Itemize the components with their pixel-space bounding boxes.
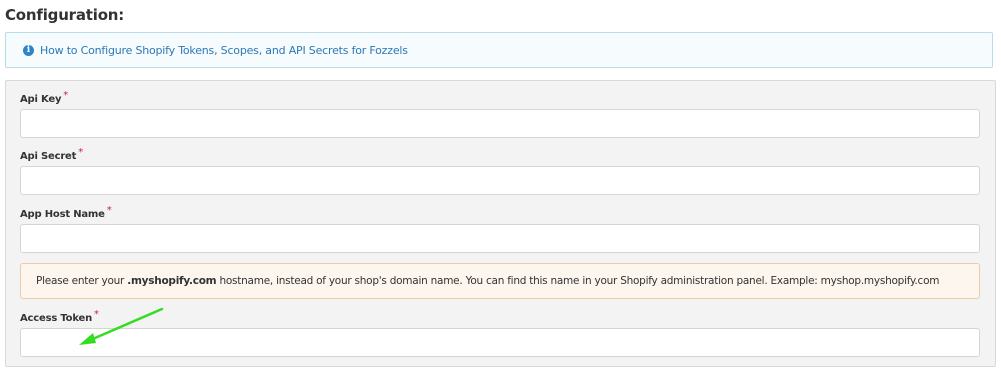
hostname-notice-text: Please enter your .myshopify.com hostnam… [36, 275, 939, 287]
notice-suffix: hostname, instead of your shop's domain … [216, 275, 940, 287]
api-secret-label-text: Api Secret [20, 151, 77, 162]
hostname-notice: Please enter your .myshopify.com hostnam… [20, 263, 980, 299]
api-secret-label: Api Secret * [20, 147, 83, 162]
required-marker: * [78, 147, 84, 158]
app-host-name-label: App Host Name * [20, 205, 112, 220]
api-secret-input[interactable] [20, 166, 980, 195]
access-token-label-text: Access Token [20, 313, 93, 324]
info-callout: i How to Configure Shopify Tokens, Scope… [5, 32, 993, 68]
api-key-label-text: Api Key [20, 94, 62, 105]
required-marker: * [63, 90, 69, 101]
required-marker: * [106, 205, 112, 216]
info-icon: i [23, 45, 34, 56]
required-marker: * [94, 309, 99, 320]
page-title: Configuration: [5, 6, 125, 24]
access-token-input[interactable] [20, 328, 980, 357]
access-token-label: Access Token * [20, 309, 99, 324]
api-key-input[interactable] [20, 109, 980, 138]
notice-highlight: .myshopify.com [127, 275, 217, 287]
configuration-guide-link[interactable]: How to Configure Shopify Tokens, Scopes,… [40, 44, 408, 57]
api-key-label: Api Key * [20, 90, 68, 105]
notice-prefix: Please enter your [36, 275, 128, 287]
app-host-name-input[interactable] [20, 224, 980, 253]
app-host-name-label-text: App Host Name [20, 209, 105, 220]
